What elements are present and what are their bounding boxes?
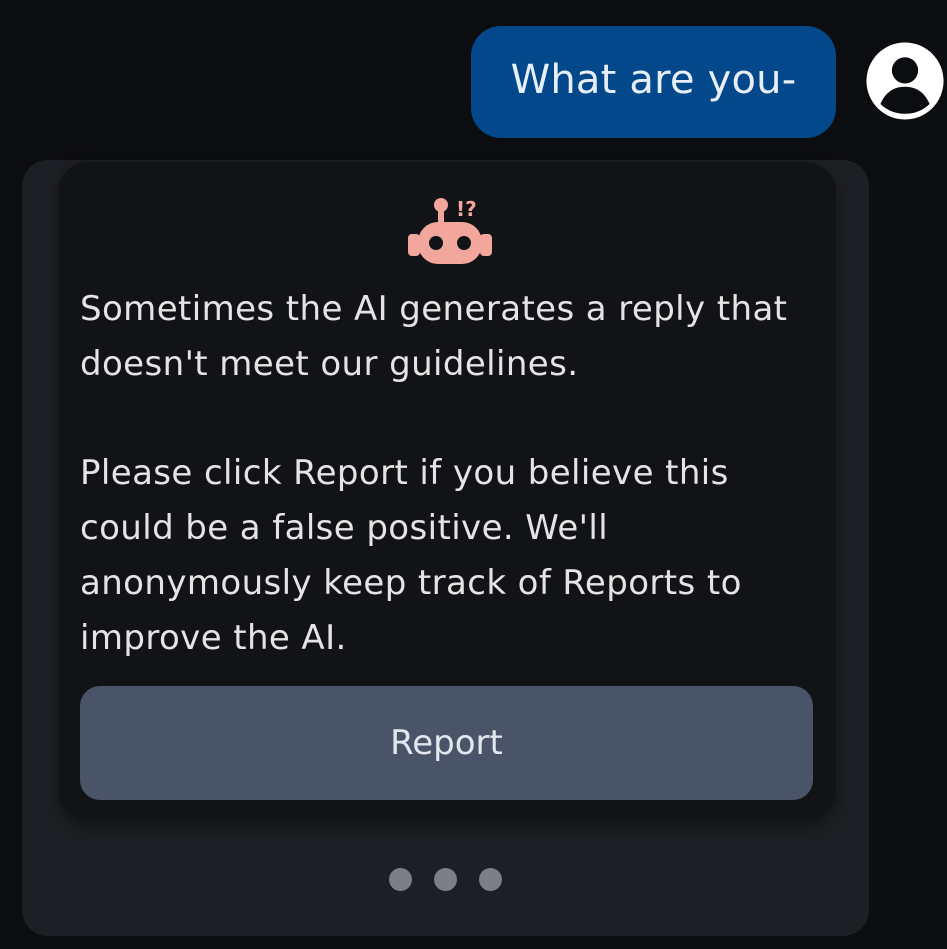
warning-message: Sometimes the AI generates a reply that … (80, 282, 820, 666)
pager-dot-1[interactable] (389, 868, 412, 891)
robot-alert-badge: !? (456, 197, 477, 221)
filtered-reply-card: !? Sometimes the AI generates a reply th… (58, 162, 836, 820)
bot-message: !? Sometimes the AI generates a reply th… (22, 160, 869, 936)
user-avatar-icon[interactable] (864, 40, 946, 122)
robot-alert-icon: !? (408, 197, 492, 264)
pager-dot-3[interactable] (479, 868, 502, 891)
user-message-bubble: What are you- (471, 26, 836, 138)
warning-paragraph-1: Sometimes the AI generates a reply that … (80, 289, 788, 384)
message-pager (22, 868, 869, 891)
pager-dot-2[interactable] (434, 868, 457, 891)
chat-screen: What are you- !? Sometimes the AI genera… (0, 0, 947, 949)
warning-paragraph-2: Please click Report if you believe this … (80, 453, 742, 658)
report-button[interactable]: Report (80, 686, 813, 800)
user-message-text: What are you- (510, 57, 797, 103)
